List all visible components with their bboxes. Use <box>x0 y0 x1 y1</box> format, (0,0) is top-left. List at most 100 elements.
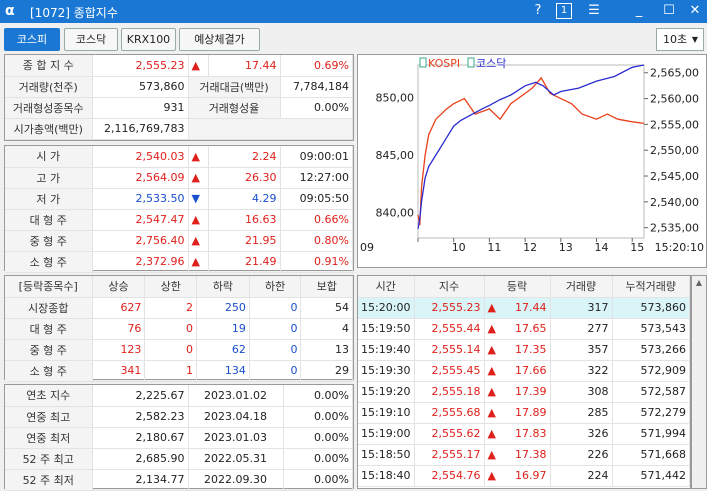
tick-index: 2,555.18 <box>414 381 485 403</box>
interval-select[interactable]: 10초 ▼ <box>656 28 704 51</box>
legend-label: 코스닥 <box>476 57 506 70</box>
breadth-up: 76 <box>92 318 146 340</box>
tick-time: 15:19:40 <box>358 339 415 361</box>
interval-value: 10초 <box>663 33 688 46</box>
tick-cumulative: 572,279 <box>612 402 690 424</box>
record-value: 2,225.67 <box>92 385 189 407</box>
tick-cumulative: 573,543 <box>612 318 690 340</box>
breadth-panel: [등락종목수] 상승 상한 하락 하한 보합 시장종합 627 2 250 0 54 대 형 주 76 0 1… <box>4 275 354 382</box>
breadth-header-cell: 하락 <box>196 276 250 298</box>
breadth-uplimit: 2 <box>144 297 197 319</box>
price-extra: 0.91% <box>280 251 353 273</box>
tick-volume: 308 <box>550 381 613 403</box>
left-axis-tick: 850,00 <box>376 91 415 104</box>
record-value: 2,134.77 <box>92 469 189 491</box>
breadth-uplimit: 0 <box>144 339 197 361</box>
x-axis-tick: 12 <box>523 241 537 254</box>
right-axis-tick: 2,535,00 <box>650 222 699 235</box>
x-axis-tick: 09 <box>360 241 374 254</box>
scroll-up-icon[interactable]: ▲ <box>692 276 706 290</box>
up-arrow-icon: ▲ <box>188 209 209 231</box>
tick-change: 17.38 <box>515 448 547 461</box>
breadth-row: 시장종합 627 2 250 0 54 <box>5 297 353 319</box>
price-change: 2.24 <box>208 146 281 168</box>
tick-row[interactable]: 15:19:50 2,555.44 ▲ 17.65 277 573,543 <box>358 318 690 340</box>
up-arrow-icon: ▲ <box>487 343 496 356</box>
tick-header-cell: 시간 <box>358 276 415 298</box>
tick-index: 2,555.44 <box>414 318 485 340</box>
tick-index: 2,555.23 <box>414 297 485 319</box>
record-pct: 0.00% <box>283 406 353 428</box>
price-row: 저 가 2,533.50 ▼ 4.29 09:05:50 <box>5 188 353 210</box>
legend-swatch <box>467 57 475 68</box>
tick-volume: 224 <box>550 465 613 487</box>
link-number-button[interactable]: 1 <box>556 3 572 19</box>
breadth-header-cell: 상한 <box>144 276 197 298</box>
price-label: 저 가 <box>5 188 93 210</box>
tick-row[interactable]: 15:19:40 2,555.14 ▲ 17.35 357 573,266 <box>358 339 690 361</box>
tick-cumulative: 573,266 <box>612 339 690 361</box>
tick-cumulative: 571,668 <box>612 444 690 466</box>
breadth-label: 시장종합 <box>5 297 93 319</box>
volume-value: 573,860 <box>92 76 189 98</box>
price-extra: 0.66% <box>280 209 353 231</box>
up-arrow-icon: ▲ <box>188 251 209 273</box>
tick-volume: 285 <box>550 402 613 424</box>
tick-row[interactable]: 15:18:40 2,554.76 ▲ 16.97 224 571,442 <box>358 465 690 487</box>
breadth-uplimit: 0 <box>144 318 197 340</box>
record-date: 2023.01.02 <box>188 385 284 407</box>
breadth-downlimit: 0 <box>249 297 302 319</box>
window-title: [1072] 종합지수 <box>30 6 118 20</box>
tick-change: 17.35 <box>515 343 547 356</box>
record-label: 52 주 최저 <box>5 469 93 491</box>
price-change: 16.63 <box>208 209 281 231</box>
tick-row[interactable]: 15:18:50 2,555.17 ▲ 17.38 226 571,668 <box>358 444 690 466</box>
plot-area <box>417 64 645 239</box>
record-label: 연초 지수 <box>5 385 93 407</box>
series-line-kospi <box>417 76 645 226</box>
record-row: 연중 최저 2,180.67 2023.01.03 0.00% <box>5 427 353 449</box>
breadth-up: 627 <box>92 297 146 319</box>
price-label: 시 가 <box>5 146 93 168</box>
record-value: 2,180.67 <box>92 427 189 449</box>
right-axis-tick: 2,540,00 <box>650 196 699 209</box>
tick-row[interactable]: 15:19:00 2,555.62 ▲ 17.83 326 571,994 <box>358 423 690 445</box>
record-date: 2023.01.03 <box>188 427 284 449</box>
tick-row[interactable]: 15:20:00 2,555.23 ▲ 17.44 317 573,860 <box>358 297 690 319</box>
minimize-button[interactable]: _ <box>630 3 648 19</box>
price-extra: 0.80% <box>280 230 353 252</box>
breadth-down: 19 <box>196 318 250 340</box>
intraday-chart[interactable]: 2,565,00 2,560,00 2,555,00 2,550,00 2,545,00… <box>357 54 707 268</box>
tab-kosdaq[interactable]: 코스닥 <box>64 28 118 51</box>
tick-change: 17.83 <box>515 427 547 440</box>
tab-expected[interactable]: 예상체결가 <box>179 28 260 51</box>
close-button[interactable]: ✕ <box>686 3 704 19</box>
tab-kospi[interactable]: 코스피 <box>4 28 60 51</box>
breadth-label: 소 형 주 <box>5 360 93 382</box>
left-axis-tick: 845,00 <box>376 149 415 162</box>
record-row: 연중 최고 2,582.23 2023.04.18 0.00% <box>5 406 353 428</box>
breadth-downlimit: 0 <box>249 318 302 340</box>
tab-krx100[interactable]: KRX100 <box>121 28 176 51</box>
help-button[interactable]: ? <box>530 3 546 19</box>
chart-svg: 2,565,00 2,560,00 2,555,00 2,550,00 2,545,00… <box>360 57 704 254</box>
scrollbar[interactable]: ▲ <box>691 275 707 489</box>
tick-change: 17.66 <box>515 364 547 377</box>
tick-row[interactable]: 15:19:20 2,555.18 ▲ 17.39 308 572,587 <box>358 381 690 403</box>
maximize-button[interactable]: ☐ <box>660 3 678 19</box>
menu-button[interactable]: ☰ <box>585 3 603 19</box>
record-date: 2022.09.30 <box>188 469 284 491</box>
index-pct: 0.69% <box>280 55 353 77</box>
up-arrow-icon: ▲ <box>487 364 496 377</box>
tick-row[interactable]: 15:19:10 2,555.68 ▲ 17.89 285 572,279 <box>358 402 690 424</box>
record-value: 2,685.90 <box>92 448 189 470</box>
tick-change-cell: ▲ 17.39 <box>484 381 551 403</box>
market-cap-label: 시가총액(백만) <box>5 118 93 140</box>
tick-index: 2,555.62 <box>414 423 485 445</box>
up-arrow-icon: ▲ <box>487 301 496 314</box>
amount-value: 7,784,184 <box>280 76 353 98</box>
tick-row[interactable]: 15:19:30 2,555.45 ▲ 17.66 322 572,909 <box>358 360 690 382</box>
prices-panel: 시 가 2,540.03 ▲ 2.24 09:00:01 고 가 2,564.09 ▲ 26.3… <box>4 145 354 273</box>
breadth-row: 소 형 주 341 1 134 0 29 <box>5 360 353 382</box>
price-row: 소 형 주 2,372.96 ▲ 21.49 0.91% <box>5 251 353 273</box>
